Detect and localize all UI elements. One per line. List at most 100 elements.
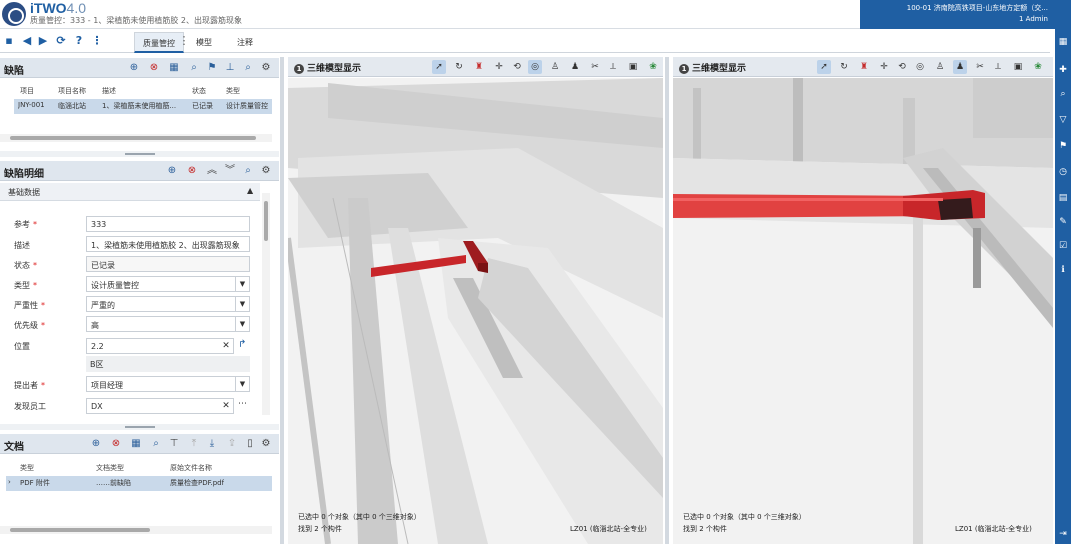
- document-icon[interactable]: ▤: [1058, 193, 1068, 203]
- isolate-icon[interactable]: ♙: [933, 60, 947, 74]
- walk-icon[interactable]: ♜: [472, 60, 486, 74]
- measure-icon[interactable]: ⟂: [991, 60, 1005, 74]
- share-icon[interactable]: ⇪: [226, 438, 238, 450]
- history-icon[interactable]: ◷: [1058, 167, 1068, 177]
- grid-icon[interactable]: ▦: [1058, 37, 1068, 47]
- add-record-icon[interactable]: ⊕: [128, 62, 140, 74]
- more-icon[interactable]: ⋮: [90, 34, 104, 48]
- col-type[interactable]: 类型: [20, 463, 34, 473]
- help-icon[interactable]: ?: [72, 34, 86, 48]
- section-icon[interactable]: ✂: [973, 60, 987, 74]
- description-field[interactable]: 1、梁植筋未使用植筋胶 2、出现露筋现象: [86, 236, 250, 252]
- pin-icon[interactable]: ⊥: [224, 62, 236, 74]
- focus-icon[interactable]: ◎: [913, 60, 927, 74]
- table-row[interactable]: › PDF 附件 ……前缺陷 质量检查PDF.pdf: [6, 476, 272, 491]
- chevron-up-icon[interactable]: ︽: [206, 165, 218, 177]
- collapse-arrow-icon[interactable]: ▲: [247, 186, 253, 195]
- select-arrow-icon[interactable]: ➚: [432, 60, 446, 74]
- flag-icon[interactable]: ⚑: [1058, 141, 1068, 151]
- add-record-icon[interactable]: ⊕: [90, 438, 102, 450]
- ref-field[interactable]: 333: [86, 216, 250, 232]
- delete-record-icon[interactable]: ⊗: [186, 165, 198, 177]
- location-field[interactable]: 2.2 ✕: [86, 338, 234, 354]
- select-arrow-icon[interactable]: ➚: [817, 60, 831, 74]
- dropdown-arrow-icon[interactable]: ▼: [235, 277, 249, 291]
- pane-divider[interactable]: [665, 57, 669, 544]
- col-doc-type[interactable]: 文档类型: [96, 463, 124, 473]
- search-icon[interactable]: ⌕: [242, 62, 254, 74]
- rotate-icon[interactable]: ↻: [837, 60, 851, 74]
- checklist-icon[interactable]: ☑: [1058, 241, 1068, 251]
- section-basic-data[interactable]: 基础数据 ▲: [0, 183, 260, 201]
- delete-record-icon[interactable]: ⊗: [110, 438, 122, 450]
- camera-icon[interactable]: ▣: [1011, 60, 1025, 74]
- delete-record-icon[interactable]: ⊗: [148, 62, 160, 74]
- clear-icon[interactable]: ✕: [219, 339, 233, 353]
- tree-icon[interactable]: ❀: [646, 60, 660, 74]
- col-filename[interactable]: 原始文件名称: [170, 463, 212, 473]
- clear-icon[interactable]: ✕: [219, 399, 233, 413]
- rotate-icon[interactable]: ↻: [452, 60, 466, 74]
- tab-model[interactable]: 模型: [188, 32, 220, 53]
- table-icon[interactable]: ▦: [168, 62, 180, 74]
- file-icon[interactable]: ▯: [244, 438, 256, 450]
- measure-icon[interactable]: ⟂: [606, 60, 620, 74]
- col-type[interactable]: 类型: [226, 86, 240, 96]
- severity-select[interactable]: 严重的 ▼: [86, 296, 250, 312]
- dropdown-arrow-icon[interactable]: ▼: [235, 297, 249, 311]
- chevron-down-icon[interactable]: ︾: [224, 165, 236, 177]
- hide-icon[interactable]: ♟: [568, 60, 582, 74]
- hide-icon[interactable]: ♟: [953, 60, 967, 74]
- panel-splitter[interactable]: [0, 424, 279, 430]
- col-project[interactable]: 项目: [20, 86, 34, 96]
- col-description[interactable]: 描述: [102, 86, 116, 96]
- project-selector[interactable]: 100-01 济南院高铁项目-山东地方定额（交... 1 Admin: [860, 0, 1056, 29]
- save-icon[interactable]: ▪: [2, 34, 16, 48]
- gear-icon[interactable]: ⚙: [260, 438, 272, 450]
- camera-icon[interactable]: ▣: [626, 60, 640, 74]
- tools-icon[interactable]: ✎: [1058, 217, 1068, 227]
- prev-icon[interactable]: ◀: [20, 34, 34, 48]
- table-row[interactable]: JNY-001 临淄北站 1、梁植筋未使用植筋... 已记录 设计质量管控: [14, 99, 272, 114]
- tree-icon[interactable]: ❀: [1031, 60, 1045, 74]
- info-icon[interactable]: ℹ: [1058, 265, 1068, 275]
- pane-divider[interactable]: [280, 57, 284, 544]
- upload-icon[interactable]: ⤒: [188, 438, 200, 450]
- pan-icon[interactable]: ✛: [492, 60, 506, 74]
- panel-splitter[interactable]: [0, 151, 279, 157]
- viewport-right-canvas[interactable]: 已选中 0 个对象（其中 0 个三维对象） 找到 2 个构件 LZ01 (临淄北…: [673, 78, 1053, 544]
- pin-icon[interactable]: ⊤: [168, 438, 180, 450]
- find-icon[interactable]: ⌕: [150, 438, 162, 450]
- more-options-icon[interactable]: ⋯: [238, 399, 247, 409]
- isolate-icon[interactable]: ♙: [548, 60, 562, 74]
- find-icon[interactable]: ⌕: [188, 62, 200, 74]
- filter-icon[interactable]: ▽: [1058, 115, 1068, 125]
- detail-vscroll[interactable]: [262, 193, 270, 415]
- orbit-icon[interactable]: ⟲: [895, 60, 909, 74]
- type-select[interactable]: 设计质量管控 ▼: [86, 276, 250, 292]
- row-expand-icon[interactable]: ›: [8, 478, 11, 486]
- download-icon[interactable]: ⤓: [206, 438, 218, 450]
- table-icon[interactable]: ▦: [130, 438, 142, 450]
- gear-icon[interactable]: ⚙: [260, 62, 272, 74]
- collapse-icon[interactable]: ⇥: [1058, 529, 1068, 539]
- status-field[interactable]: 已记录: [86, 256, 250, 272]
- dropdown-arrow-icon[interactable]: ▼: [235, 317, 249, 331]
- docs-hscroll[interactable]: [0, 526, 272, 534]
- gear-icon[interactable]: ⚙: [260, 165, 272, 177]
- viewport-left-canvas[interactable]: 已选中 0 个对象（其中 0 个三维对象） 找到 2 个构件 LZ01 (临淄北…: [288, 78, 663, 544]
- add-record-icon[interactable]: ⊕: [166, 165, 178, 177]
- goto-location-icon[interactable]: ↱: [238, 339, 246, 350]
- tab-notes[interactable]: 注释: [229, 32, 261, 53]
- refresh-icon[interactable]: ⟳: [54, 34, 68, 48]
- new-item-icon[interactable]: ✚: [1058, 65, 1068, 75]
- finder-field[interactable]: DX ✕: [86, 398, 234, 414]
- flag-icon[interactable]: ⚑: [206, 62, 218, 74]
- search-icon[interactable]: ⌕: [1058, 89, 1068, 99]
- col-project-name[interactable]: 项目名称: [58, 86, 86, 96]
- reporter-select[interactable]: 项目经理 ▼: [86, 376, 250, 392]
- walk-icon[interactable]: ♜: [857, 60, 871, 74]
- section-icon[interactable]: ✂: [588, 60, 602, 74]
- priority-select[interactable]: 高 ▼: [86, 316, 250, 332]
- dropdown-arrow-icon[interactable]: ▼: [235, 377, 249, 391]
